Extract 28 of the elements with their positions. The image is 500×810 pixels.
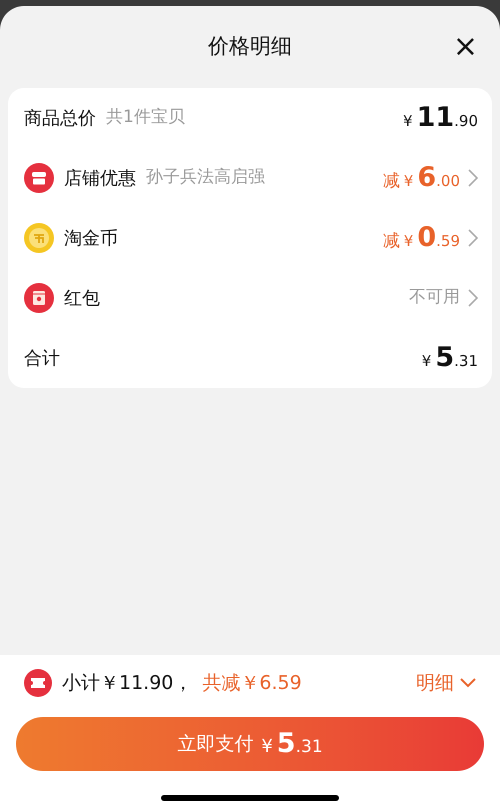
minus-label: 减	[382, 230, 400, 253]
discount-amount: ¥6.00	[404, 160, 460, 195]
price-amount: ¥5.31	[422, 340, 478, 375]
price-amount: ¥11.90	[403, 100, 478, 135]
row-label: 合计	[24, 346, 60, 370]
pay-button[interactable]: 立即支付 ¥5.31	[16, 717, 484, 771]
subtotal-text: 小计￥11.90，	[62, 670, 192, 696]
row-note: 共1件宝贝	[106, 106, 185, 130]
row-note: 孙子兵法高启强	[146, 166, 265, 190]
row-label: 店铺优惠	[64, 166, 136, 190]
ticket-icon	[24, 669, 52, 697]
minus-label: 减	[382, 170, 400, 193]
chevron-down-icon	[460, 678, 476, 688]
coin-icon	[24, 223, 54, 253]
row-label: 商品总价	[24, 106, 96, 130]
envelope-icon	[24, 283, 54, 313]
status-text: 不可用	[409, 286, 460, 310]
discount-amount: ¥0.59	[404, 220, 460, 255]
sheet-title: 价格明细	[208, 33, 292, 60]
total-discount-text: 共减￥6.59	[202, 670, 302, 696]
row-label: 红包	[64, 286, 100, 310]
close-button[interactable]: ×	[452, 32, 478, 62]
chevron-right-icon	[468, 229, 478, 247]
shop-icon	[24, 163, 54, 193]
chevron-right-icon	[468, 289, 478, 307]
details-toggle[interactable]: 明细	[416, 668, 476, 698]
chevron-right-icon	[468, 169, 478, 187]
row-label: 淘金币	[64, 226, 118, 250]
